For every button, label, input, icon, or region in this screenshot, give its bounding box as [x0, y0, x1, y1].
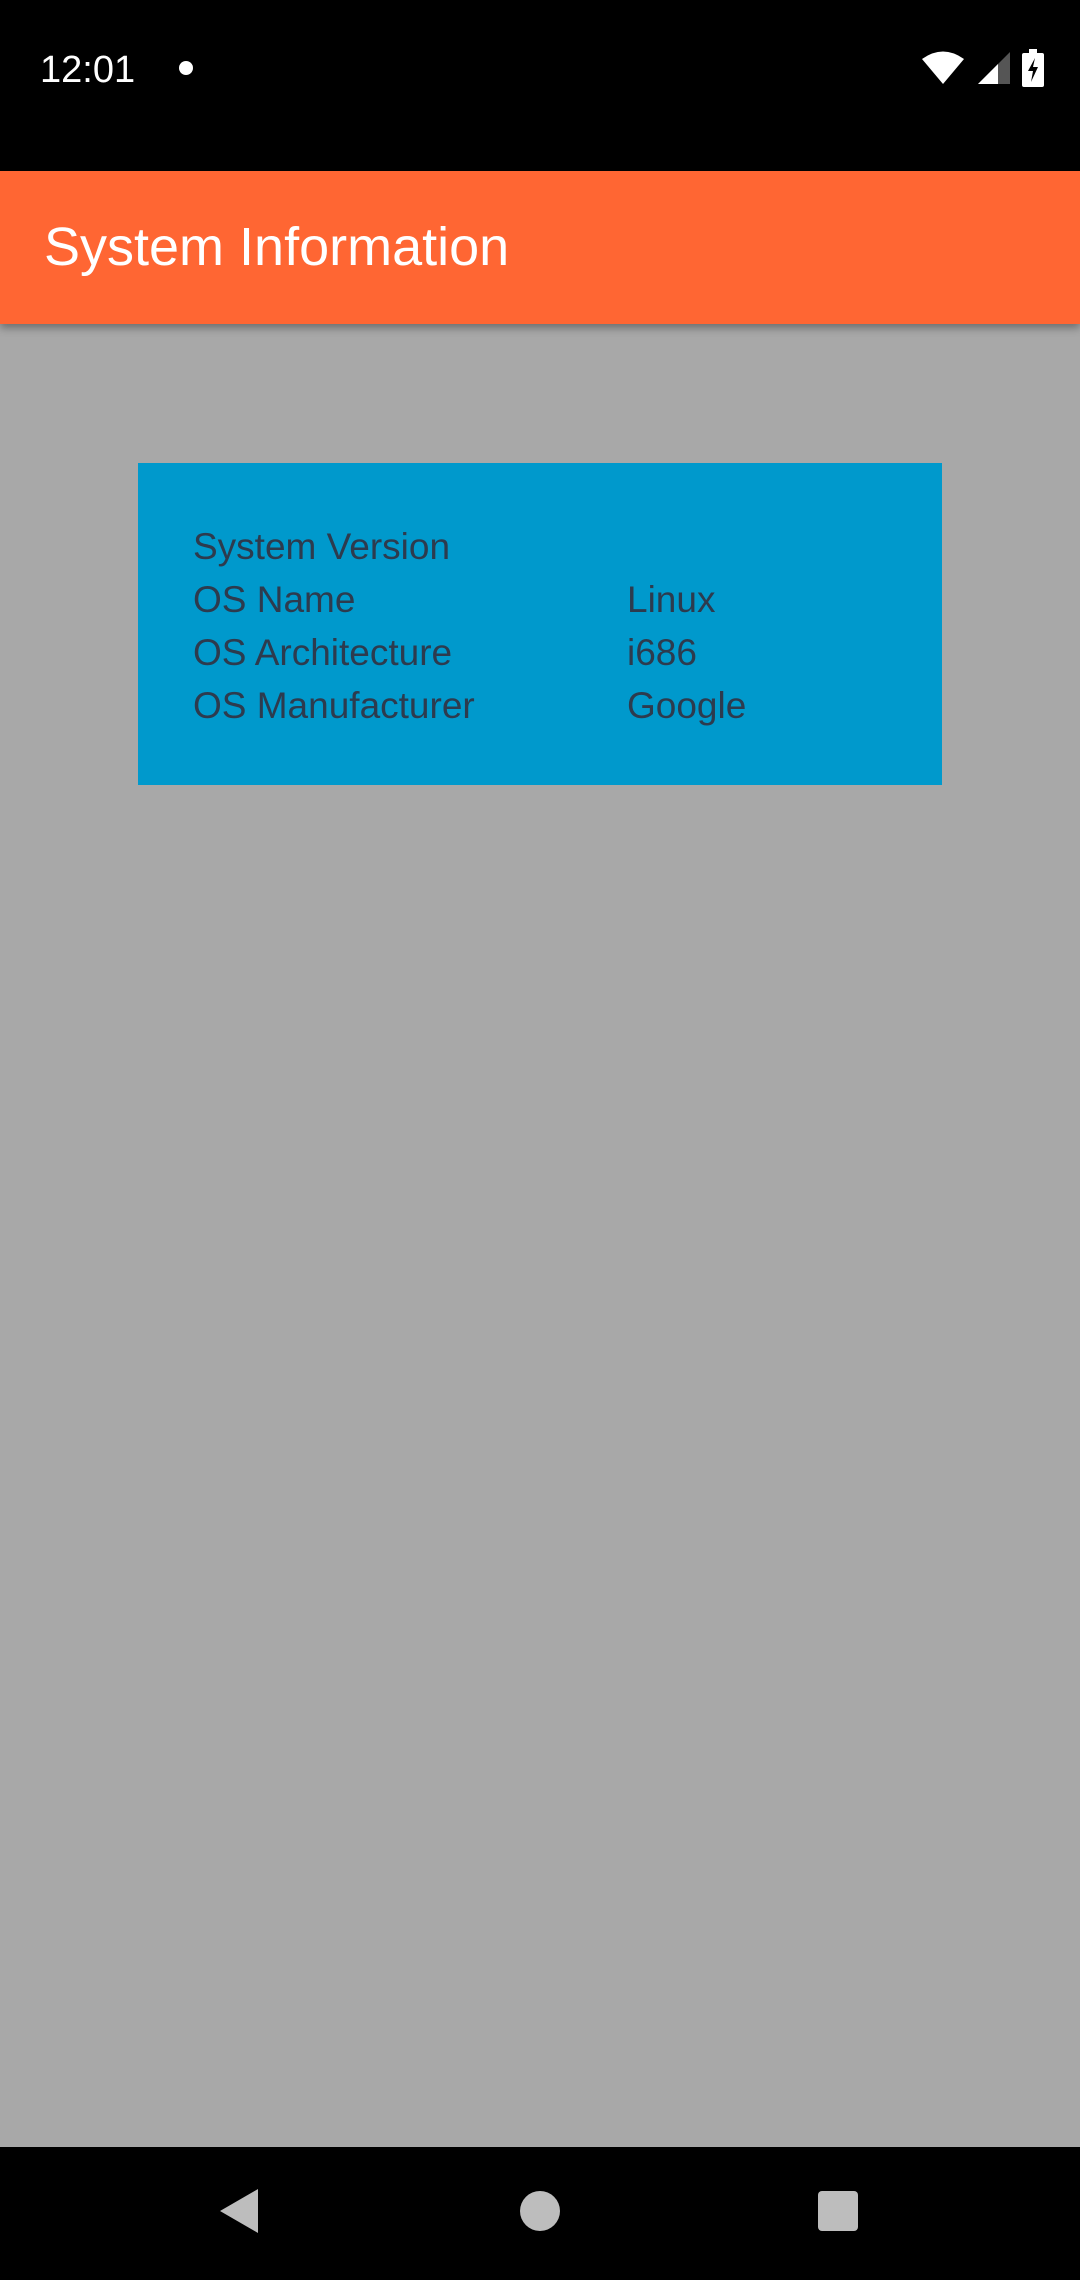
info-value: i686: [627, 632, 697, 673]
info-row-system-version: System Version: [193, 520, 913, 573]
cellular-signal-icon: [976, 50, 1012, 86]
main-content: System Version OS Name Linux OS Architec…: [0, 324, 1080, 2147]
home-button[interactable]: [500, 2177, 580, 2249]
app-bar: System Information: [0, 171, 1080, 324]
status-icons: [920, 44, 1044, 92]
battery-charging-icon: [1022, 49, 1044, 87]
info-row-os-architecture: OS Architecture i686: [193, 626, 913, 679]
notification-dot-icon: [179, 61, 193, 75]
page-title: System Information: [44, 217, 510, 277]
status-time: 12:01: [40, 49, 136, 91]
system-info-card: System Version OS Name Linux OS Architec…: [138, 463, 942, 785]
back-icon: [218, 2187, 262, 2240]
info-label: System Version: [193, 526, 451, 567]
info-row-os-manufacturer: OS Manufacturer Google: [193, 679, 913, 732]
info-label: OS Name: [193, 579, 356, 620]
info-value: Google: [627, 685, 747, 726]
status-bar: 12:01: [0, 0, 1080, 171]
device-screen: 12:01 System Information System Version …: [0, 0, 1080, 2280]
back-button[interactable]: [200, 2177, 280, 2249]
wifi-icon: [920, 50, 966, 86]
info-value: Linux: [627, 579, 716, 620]
navigation-bar: [0, 2147, 1080, 2280]
info-label: OS Architecture: [193, 632, 453, 673]
info-label: OS Manufacturer: [193, 685, 475, 726]
info-row-os-name: OS Name Linux: [193, 573, 913, 626]
recents-icon: [817, 2190, 859, 2237]
recents-button[interactable]: [798, 2177, 878, 2249]
home-icon: [518, 2189, 562, 2238]
